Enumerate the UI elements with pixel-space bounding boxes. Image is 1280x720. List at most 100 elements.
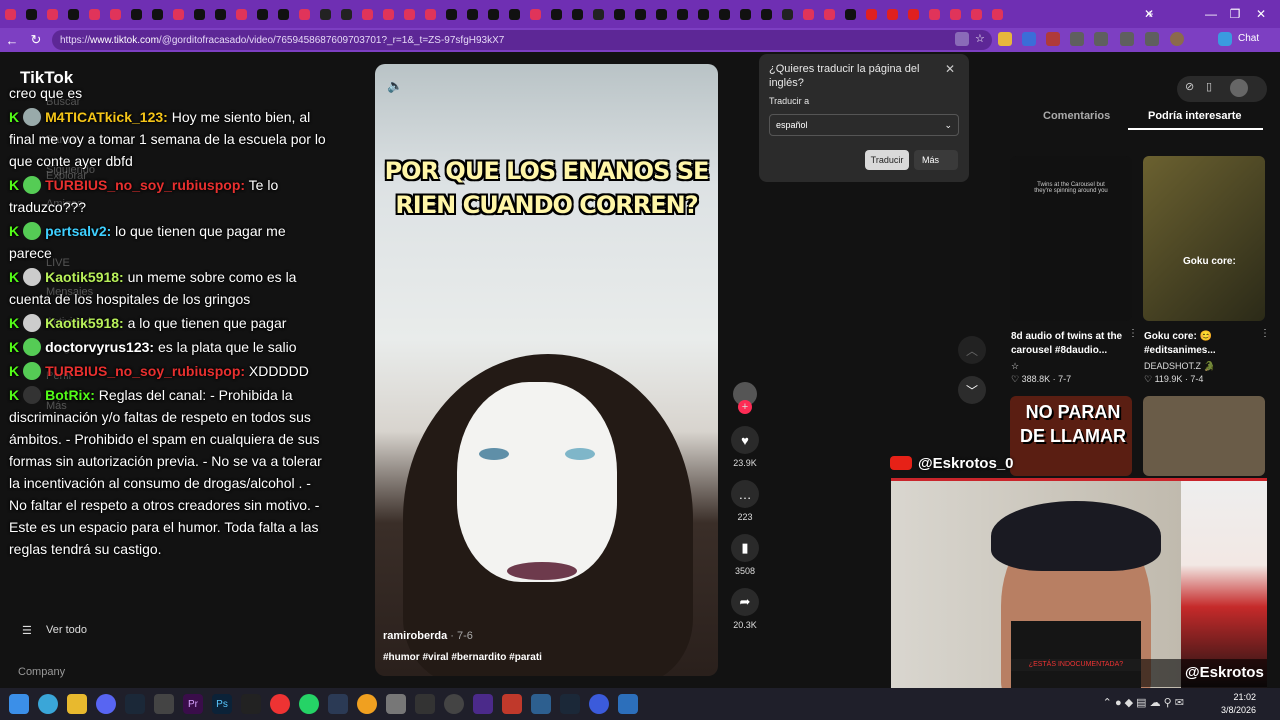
new-tab-button[interactable]: + — [1140, 0, 1160, 28]
app-icon[interactable] — [589, 694, 609, 714]
browser-tab[interactable] — [546, 4, 567, 24]
chat-username[interactable]: TURBIUS_no_soy_rubiuspop: — [45, 177, 245, 193]
browser-tab[interactable] — [651, 4, 672, 24]
browser-tab[interactable] — [504, 4, 525, 24]
record-icon[interactable] — [270, 694, 290, 714]
browser-tab[interactable] — [441, 4, 462, 24]
more-options-icon[interactable]: ⋮ — [1128, 328, 1138, 339]
split-icon[interactable] — [1094, 32, 1108, 46]
browser-tab[interactable] — [126, 4, 147, 24]
previous-video-button[interactable]: ︿ — [958, 336, 986, 364]
extension-icon[interactable] — [1070, 32, 1084, 46]
browser-tab[interactable] — [273, 4, 294, 24]
extension-icon[interactable] — [1022, 32, 1036, 46]
card-title[interactable]: 8d audio of twins at the carousel #8daud… — [1011, 330, 1129, 358]
chat-username[interactable]: pertsalv2: — [45, 223, 111, 239]
browser-tab[interactable] — [798, 4, 819, 24]
browser-tab[interactable] — [105, 4, 126, 24]
app-icon[interactable] — [531, 694, 551, 714]
browser-tab[interactable] — [588, 4, 609, 24]
card-title[interactable]: Goku core: 😊 #editsanimes... — [1144, 330, 1262, 358]
browser-tab[interactable] — [735, 4, 756, 24]
tray-icons[interactable]: ⌃ ● ◆ ▤ ☁ ⚲ ✉ — [1103, 696, 1184, 709]
settings-icon[interactable] — [444, 694, 464, 714]
extension-icon[interactable] — [1046, 32, 1060, 46]
recommended-card[interactable]: Goku core: — [1143, 156, 1265, 321]
browser-tab[interactable] — [924, 4, 945, 24]
tab-comments[interactable]: Comentarios — [1043, 110, 1110, 122]
app-icon[interactable] — [386, 694, 406, 714]
browser-tab[interactable] — [882, 4, 903, 24]
follow-plus-icon[interactable]: + — [738, 400, 752, 414]
browser-tab[interactable] — [462, 4, 483, 24]
folder-icon[interactable] — [67, 694, 87, 714]
browser-tab[interactable] — [210, 4, 231, 24]
browser-tab[interactable] — [609, 4, 630, 24]
browser-tab[interactable] — [63, 4, 84, 24]
comment-button[interactable]: … — [731, 480, 759, 508]
reload-icon[interactable]: ↻ — [24, 28, 48, 52]
whatsapp-icon[interactable] — [299, 694, 319, 714]
browser-tab[interactable] — [252, 4, 273, 24]
browser-tab[interactable] — [903, 4, 924, 24]
chat-username[interactable]: Kaotik5918: — [45, 269, 124, 285]
video-hashtags[interactable]: #humor #viral #bernardito #parati — [383, 652, 542, 663]
start-icon[interactable] — [9, 694, 29, 714]
language-select[interactable]: español ⌄ — [769, 114, 959, 136]
browser-tab[interactable] — [231, 4, 252, 24]
more-options-icon[interactable]: ⋮ — [1260, 328, 1270, 339]
video-author[interactable]: ramiroberda · 7-6 — [383, 630, 473, 642]
browser-tab[interactable] — [630, 4, 651, 24]
recommended-card[interactable]: NO PARAN DE LLAMAR — [1010, 396, 1132, 476]
company-link[interactable]: Company — [18, 666, 65, 678]
more-button[interactable]: Más — [914, 150, 958, 170]
user-avatar[interactable] — [1230, 79, 1248, 97]
browser-tab[interactable] — [357, 4, 378, 24]
app-icon[interactable] — [473, 694, 493, 714]
chat-username[interactable]: TURBIUS_no_soy_rubiuspop: — [45, 363, 245, 379]
edge-icon[interactable] — [38, 694, 58, 714]
browser-tab[interactable] — [84, 4, 105, 24]
save-button[interactable]: ▮ — [731, 534, 759, 562]
browser-tab[interactable] — [777, 4, 798, 24]
browser-tab[interactable] — [714, 4, 735, 24]
system-clock[interactable]: 21:02 3/8/2026 — [1221, 691, 1256, 717]
browser-tab[interactable] — [189, 4, 210, 24]
browser-tab[interactable] — [819, 4, 840, 24]
copilot-icon[interactable] — [1218, 32, 1232, 46]
profile-avatar[interactable] — [1170, 32, 1184, 46]
like-button[interactable]: ♥ — [731, 426, 759, 454]
back-icon[interactable]: ← — [0, 28, 24, 52]
photoshop-icon[interactable]: Ps — [212, 694, 232, 714]
close-icon[interactable]: ✕ — [945, 62, 955, 76]
steam-icon[interactable] — [125, 694, 145, 714]
translate-icon[interactable] — [955, 32, 969, 46]
app-icon[interactable] — [502, 694, 522, 714]
browser-tab[interactable] — [567, 4, 588, 24]
discord-icon[interactable] — [96, 694, 116, 714]
browser-tab[interactable] — [315, 4, 336, 24]
card-author[interactable]: DEADSHOT.Z 🐊 — [1144, 361, 1215, 372]
share-button[interactable]: ➦ — [731, 588, 759, 616]
see-all-icon[interactable]: ☰ — [22, 624, 32, 637]
close-window-button[interactable]: ✕ — [1238, 0, 1280, 28]
star-icon[interactable]: ☆ — [975, 32, 989, 46]
browser-tab[interactable] — [672, 4, 693, 24]
browser-tab[interactable] — [861, 4, 882, 24]
translate-button[interactable]: Traducir — [865, 150, 909, 170]
browser-tab[interactable] — [0, 4, 21, 24]
premiere-icon[interactable]: Pr — [183, 694, 203, 714]
browser-tab[interactable] — [147, 4, 168, 24]
heart-icon[interactable] — [1145, 32, 1159, 46]
browser-tab[interactable] — [336, 4, 357, 24]
volume-icon[interactable]: 🔈 — [387, 78, 403, 94]
steam-icon[interactable] — [560, 694, 580, 714]
browser-tab[interactable] — [294, 4, 315, 24]
chat-username[interactable]: Kaotik5918: — [45, 315, 124, 331]
browser-tab[interactable] — [483, 4, 504, 24]
recommended-card[interactable] — [1143, 396, 1265, 476]
browser-tab[interactable] — [378, 4, 399, 24]
device-icon[interactable]: ▯ — [1206, 80, 1212, 93]
browser-tab[interactable] — [987, 4, 1008, 24]
app-icon[interactable] — [328, 694, 348, 714]
